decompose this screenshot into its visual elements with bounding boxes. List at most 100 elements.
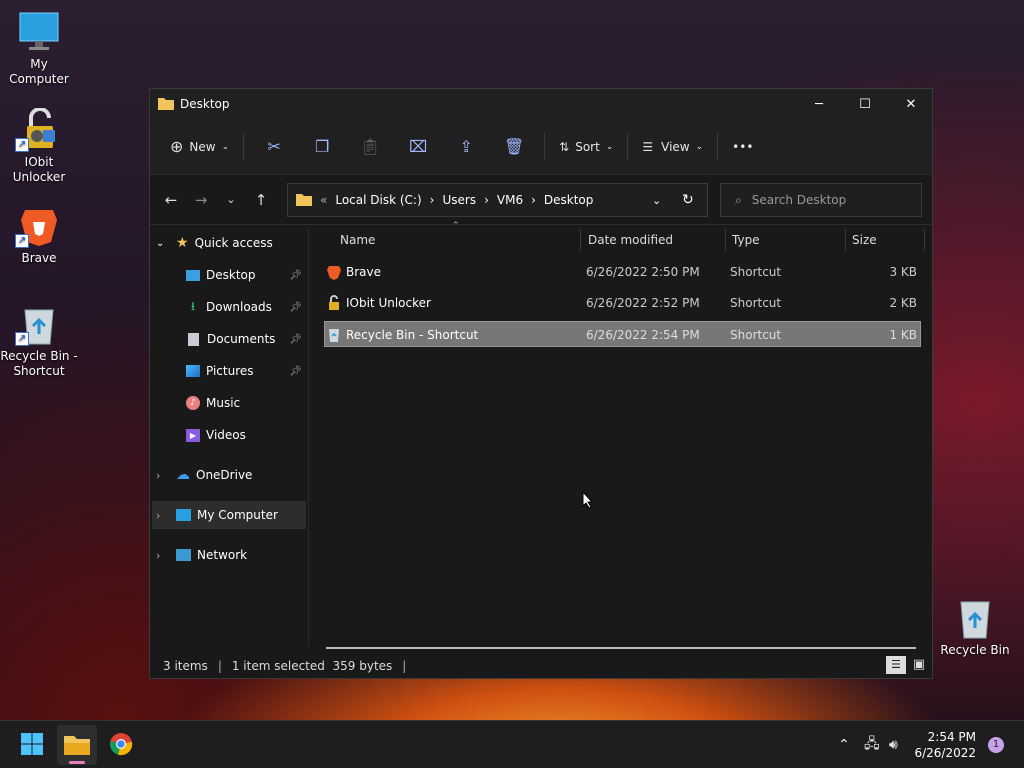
nav-downloads[interactable]: ⭳ Downloads 📌︎	[186, 293, 306, 321]
iobit-unlocker-icon: ↗	[15, 107, 61, 152]
nav-label: Pictures	[206, 364, 254, 378]
volume-icon[interactable]: 🔊︎	[889, 721, 898, 768]
column-divider[interactable]	[845, 229, 846, 251]
pin-icon: 📌︎	[289, 365, 302, 377]
search-icon: ⌕	[735, 192, 742, 207]
minimize-button[interactable]: ─	[796, 89, 842, 119]
rename-icon: ⌧	[408, 137, 428, 156]
recycle-bin-icon	[953, 596, 997, 640]
breadcrumb-local-disk[interactable]: Local Disk (C:)	[335, 193, 421, 207]
notification-badge[interactable]: 1	[988, 737, 1004, 753]
file-type: Shortcut	[730, 328, 782, 342]
copy-button[interactable]: ❐	[298, 129, 346, 165]
chevron-down-icon: ⌄	[221, 141, 230, 152]
show-hidden-icons-chevron-icon[interactable]: ⌃	[838, 721, 850, 768]
share-icon: ⇪	[459, 137, 473, 156]
column-divider[interactable]	[924, 229, 925, 251]
navigation-pane: ⌄ ★ Quick access Desktop 📌︎ ⭳ Downloads …	[150, 227, 308, 647]
address-dropdown-chevron-icon[interactable]: ⌄	[652, 194, 661, 207]
details-view-icon[interactable]: ☰	[886, 656, 906, 674]
view-lines-icon: ☰	[642, 139, 654, 154]
horizontal-scrollbar[interactable]	[326, 647, 916, 649]
address-bar[interactable]: « Local Disk (C:) › Users › VM6 › Deskto…	[287, 183, 708, 217]
desktop-icon-iobit-unlocker[interactable]: ↗ IObit Unlocker	[0, 107, 78, 185]
view-button[interactable]: ☰ View ⌄	[634, 129, 711, 165]
cut-button[interactable]: ✂	[250, 129, 298, 165]
column-divider[interactable]	[580, 229, 581, 251]
breadcrumb-overflow[interactable]: «	[320, 193, 327, 207]
pin-icon: 📌︎	[289, 333, 302, 345]
clipboard-icon: 📋︎	[359, 137, 381, 156]
chrome-icon	[109, 732, 133, 759]
column-header-name[interactable]: Name	[340, 227, 375, 253]
file-size: 1 KB	[889, 328, 917, 342]
column-divider[interactable]	[725, 229, 726, 251]
recent-locations-chevron-icon[interactable]: ⌄	[216, 193, 246, 206]
table-row-selected[interactable]: Recycle Bin - Shortcut 6/26/2022 2:54 PM…	[324, 321, 921, 347]
file-type: Shortcut	[730, 265, 782, 279]
chevron-right-icon: ›	[156, 508, 161, 522]
file-size: 2 KB	[889, 296, 917, 310]
desktop-icon-recycle-bin[interactable]: Recycle Bin	[936, 596, 1014, 658]
folder-icon	[64, 733, 90, 758]
rename-button[interactable]: ⌧	[394, 129, 442, 165]
paste-button[interactable]: 📋︎	[346, 129, 394, 165]
chrome-taskbar-button[interactable]	[101, 725, 141, 765]
trash-icon: 🗑︎	[503, 137, 525, 156]
desktop-icon-brave[interactable]: ↗ Brave	[0, 204, 78, 266]
search-placeholder: Search Desktop	[751, 193, 847, 207]
nav-music[interactable]: ♪ Music	[186, 389, 306, 417]
more-options-button[interactable]: •••	[724, 129, 761, 165]
file-date: 6/26/2022 2:50 PM	[586, 265, 700, 279]
column-header-date-modified[interactable]: Date modified	[588, 227, 673, 253]
network-status-icon[interactable]: 🖧︎	[864, 721, 880, 768]
breadcrumb-desktop[interactable]: Desktop	[544, 193, 594, 207]
search-box[interactable]: ⌕ Search Desktop	[720, 183, 922, 217]
file-name: IObit Unlocker	[346, 296, 431, 310]
maximize-button[interactable]: ☐	[842, 89, 888, 119]
picture-icon	[186, 365, 200, 377]
share-button[interactable]: ⇪	[442, 129, 490, 165]
nav-pictures[interactable]: Pictures 📌︎	[186, 357, 306, 385]
scissors-icon: ✂	[267, 137, 281, 156]
monitor-icon	[176, 509, 191, 521]
forward-arrow-icon[interactable]: →	[186, 191, 216, 209]
breadcrumb-vm6[interactable]: VM6	[497, 193, 523, 207]
nav-quick-access[interactable]: ⌄ ★ Quick access	[156, 229, 312, 257]
folder-icon	[296, 192, 312, 209]
delete-button[interactable]: 🗑︎	[490, 129, 538, 165]
desktop-icon	[186, 269, 200, 281]
file-explorer-taskbar-button[interactable]	[57, 725, 97, 765]
column-header-size[interactable]: Size	[852, 227, 877, 253]
sort-icon: ⇅	[559, 139, 570, 154]
sort-button[interactable]: ⇅ Sort ⌄	[551, 129, 621, 165]
nav-desktop[interactable]: Desktop 📌︎	[186, 261, 306, 289]
close-button[interactable]: ✕	[888, 89, 934, 119]
nav-label: My Computer	[197, 508, 278, 522]
column-header-type[interactable]: Type	[732, 227, 760, 253]
new-button[interactable]: ⊕ New ⌄	[162, 129, 237, 165]
large-icons-view-icon[interactable]: ▣	[910, 656, 928, 674]
nav-my-computer[interactable]: › My Computer	[152, 501, 306, 529]
clock[interactable]: 2:54 PM 6/26/2022	[914, 729, 976, 761]
desktop-icon-recycle-bin-shortcut[interactable]: ↗ Recycle Bin - Shortcut	[0, 302, 78, 379]
nav-network[interactable]: › Network	[156, 541, 312, 569]
taskbar: ⌃ 🖧︎ 🔊︎ 2:54 PM 6/26/2022 1	[0, 720, 1024, 768]
table-row[interactable]: IObit Unlocker 6/26/2022 2:52 PM Shortcu…	[324, 290, 921, 316]
pin-icon: 📌︎	[289, 269, 302, 281]
nav-videos[interactable]: ▶ Videos	[186, 421, 306, 449]
desktop-icon-my-computer[interactable]: My Computer	[0, 10, 78, 87]
shortcut-arrow-icon: ↗	[15, 332, 29, 346]
plus-icon: ⊕	[170, 137, 184, 156]
pane-splitter[interactable]	[308, 227, 309, 647]
nav-onedrive[interactable]: › ☁ OneDrive	[156, 461, 312, 489]
toolbar-divider	[544, 132, 546, 161]
up-arrow-icon[interactable]: ↑	[246, 191, 276, 209]
breadcrumb-users[interactable]: Users	[442, 193, 476, 207]
recycle-bin-icon	[326, 322, 342, 348]
start-button[interactable]	[12, 725, 52, 765]
refresh-icon[interactable]: ↻	[682, 192, 694, 208]
table-row[interactable]: Brave 6/26/2022 2:50 PM Shortcut 3 KB	[324, 259, 921, 285]
nav-documents[interactable]: Documents 📌︎	[186, 325, 306, 353]
back-arrow-icon[interactable]: ←	[156, 191, 186, 209]
